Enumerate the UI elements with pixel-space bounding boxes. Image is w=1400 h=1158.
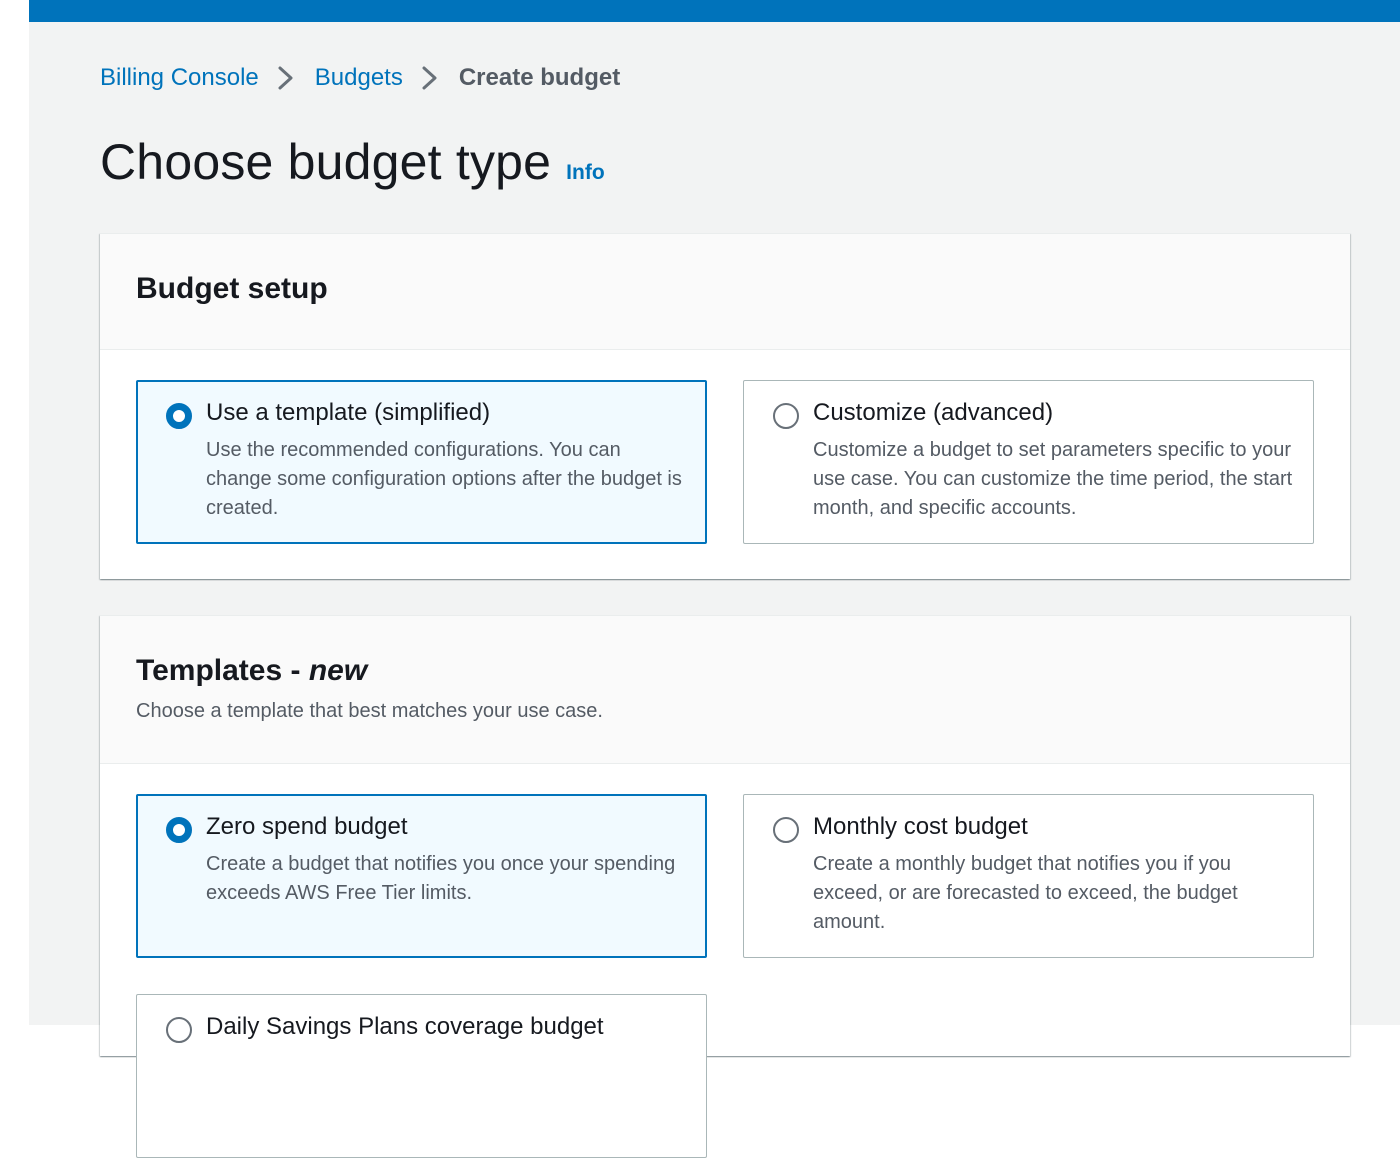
breadcrumb-billing-console[interactable]: Billing Console	[100, 64, 259, 92]
template-description: Create a budget that notifies you once y…	[206, 853, 676, 904]
option-description: Customize a budget to set parameters spe…	[813, 439, 1293, 519]
radio-selected-icon[interactable]	[166, 817, 192, 843]
budget-setup-panel: Budget setup Use a template (simplified)…	[100, 233, 1350, 579]
radio-unselected-icon[interactable]	[773, 403, 799, 429]
radio-unselected-icon[interactable]	[166, 1017, 192, 1043]
option-label: Customize (advanced)	[813, 399, 1054, 426]
templates-title-text: Templates -	[136, 654, 309, 687]
templates-title: Templates - new	[136, 654, 1350, 688]
budget-setup-header: Budget setup	[100, 234, 1350, 350]
option-customize[interactable]: Customize (advanced) Customize a budget …	[743, 380, 1314, 544]
info-link[interactable]: Info	[566, 161, 604, 185]
left-gutter	[0, 0, 29, 1025]
template-zero-spend[interactable]: Zero spend budget Create a budget that n…	[136, 794, 707, 958]
breadcrumb-create-budget: Create budget	[458, 64, 621, 91]
template-monthly-cost[interactable]: Monthly cost budget Create a monthly bud…	[743, 794, 1314, 958]
templates-description: Choose a template that best matches your…	[136, 700, 603, 722]
chevron-right-icon	[267, 60, 307, 96]
budget-setup-title: Budget setup	[136, 272, 328, 305]
option-use-template[interactable]: Use a template (simplified) Use the reco…	[136, 380, 707, 544]
radio-unselected-icon[interactable]	[773, 817, 799, 843]
radio-selected-icon[interactable]	[166, 403, 192, 429]
option-label: Use a template (simplified)	[206, 399, 491, 426]
templates-new-tag: new	[308, 654, 368, 687]
chevron-right-icon	[411, 60, 451, 96]
breadcrumb-budgets[interactable]: Budgets	[315, 64, 403, 92]
template-description: Create a monthly budget that notifies yo…	[813, 853, 1238, 933]
template-daily-savings-plans[interactable]: Daily Savings Plans coverage budget	[136, 994, 707, 1158]
page-heading: Choose budget type	[100, 134, 552, 190]
template-label: Zero spend budget	[206, 813, 408, 840]
page-title: Choose budget type Info	[100, 133, 605, 197]
template-label: Monthly cost budget	[813, 813, 1028, 840]
templates-panel: Templates - new Choose a template that b…	[100, 615, 1350, 1158]
top-header-bar	[29, 0, 1400, 22]
template-label: Daily Savings Plans coverage budget	[206, 1013, 604, 1040]
templates-header: Templates - new Choose a template that b…	[100, 616, 1350, 764]
breadcrumb: Billing Console Budgets Create budget	[100, 60, 620, 96]
option-description: Use the recommended configurations. You …	[206, 439, 682, 519]
